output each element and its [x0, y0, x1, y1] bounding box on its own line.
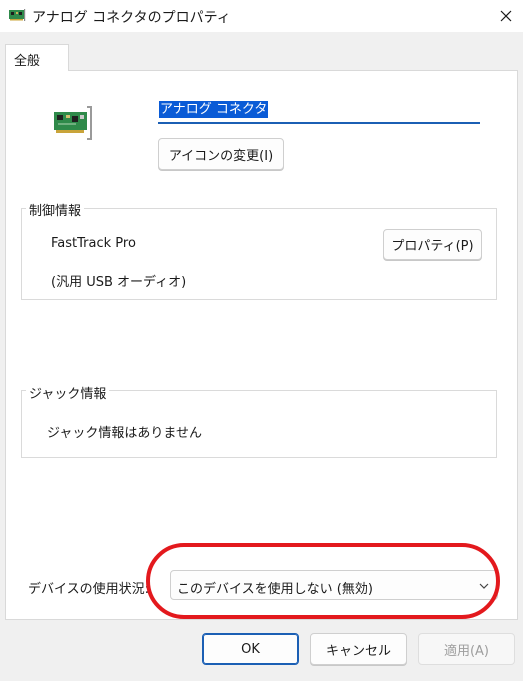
cancel-button[interactable]: キャンセル — [310, 633, 407, 665]
properties-button[interactable]: プロパティ(P) — [383, 229, 482, 260]
annotation-highlight — [146, 543, 500, 619]
device-usage-label: デバイスの使用状況: — [28, 582, 149, 597]
close-icon — [500, 10, 511, 22]
tab-general-label: 全般 — [14, 54, 41, 69]
change-icon-button[interactable]: アイコンの変更(I) — [158, 138, 284, 170]
device-name-field[interactable]: アナログ コネクタ — [158, 98, 480, 124]
sound-card-icon — [54, 106, 92, 140]
apply-button[interactable]: 適用(A) — [418, 633, 515, 665]
title-bar: アナログ コネクタのプロパティ — [0, 0, 523, 32]
close-button[interactable] — [488, 0, 523, 32]
jack-info-text: ジャック情報はありません — [47, 426, 202, 441]
window-title: アナログ コネクタのプロパティ — [32, 10, 231, 26]
tab-general[interactable]: 全般 — [5, 44, 69, 71]
device-model-text: FastTrack Pro — [51, 236, 136, 251]
sound-card-icon — [9, 9, 26, 21]
ok-button[interactable]: OK — [202, 633, 299, 665]
jack-info-title: ジャック情報 — [26, 383, 110, 402]
device-name-value: アナログ コネクタ — [159, 101, 269, 118]
driver-text: (汎用 USB オーディオ) — [51, 275, 187, 290]
control-info-title: 制御情報 — [26, 200, 85, 219]
